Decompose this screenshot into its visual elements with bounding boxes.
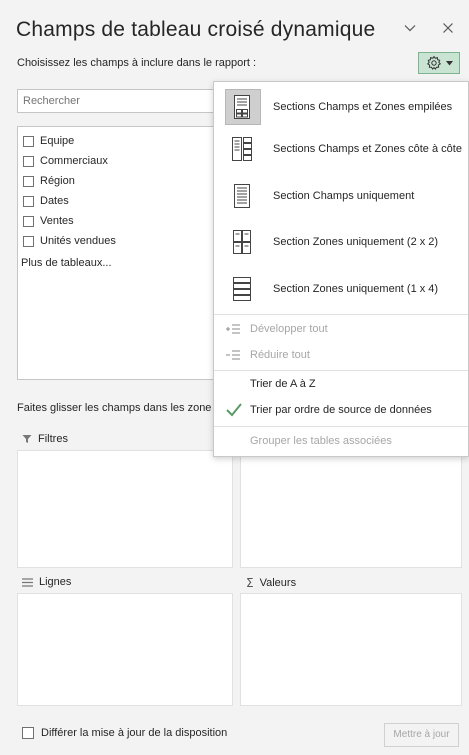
menu-item-side-by-side[interactable]: Sections Champs et Zones côte à côte (214, 131, 468, 167)
field-label: Dates (40, 195, 69, 207)
menu-item-areas-2x2[interactable]: Section Zones uniquement (2 x 2) (214, 224, 468, 260)
menu-item-label: Trier de A à Z (250, 378, 316, 390)
pane-title: Champs de tableau croisé dynamique (16, 18, 376, 41)
checkbox[interactable] (23, 135, 34, 147)
defer-label: Différer la mise à jour de la dispositio… (41, 727, 228, 739)
checkbox[interactable] (23, 155, 34, 167)
field-label: Commerciaux (40, 155, 108, 167)
search-input[interactable] (17, 89, 223, 113)
menu-item-sort-az[interactable]: Trier de A à Z (214, 375, 468, 393)
expand-all-icon (226, 324, 240, 334)
fields-only-layout-icon (234, 184, 250, 208)
close-icon[interactable] (440, 20, 456, 36)
filters-drop-zone[interactable] (17, 450, 233, 568)
areas-2x2-layout-icon (233, 230, 251, 254)
menu-item-label: Grouper les tables associées (250, 435, 392, 447)
menu-item-sort-source[interactable]: Trier par ordre de source de données (214, 399, 468, 421)
field-label: Equipe (40, 135, 75, 147)
stacked-layout-icon (234, 95, 250, 119)
defer-update-option[interactable]: Différer la mise à jour de la dispositio… (22, 727, 227, 739)
field-item-commerciaux[interactable]: Commerciaux (23, 153, 108, 169)
rows-zone-header: Lignes (22, 576, 71, 588)
menu-separator (214, 370, 468, 371)
choose-fields-label: Choisissez les champs à inclure dans le … (17, 57, 257, 69)
defer-checkbox[interactable] (22, 727, 34, 739)
menu-separator (214, 314, 468, 315)
menu-item-label: Réduire tout (250, 349, 310, 361)
tools-dropdown-menu: Sections Champs et Zones empilées Sectio… (213, 81, 469, 457)
drag-fields-hint: Faites glisser les champs dans les zone (17, 402, 212, 414)
checkbox[interactable] (23, 175, 34, 187)
field-item-dates[interactable]: Dates (23, 193, 69, 209)
rows-label: Lignes (39, 576, 72, 588)
checkbox[interactable] (23, 215, 34, 227)
field-list: Equipe Commerciaux Région Dates Ventes U… (17, 126, 223, 380)
values-drop-zone[interactable] (240, 593, 462, 706)
field-item-ventes[interactable]: Ventes (23, 213, 74, 229)
menu-item-label: Développer tout (250, 323, 328, 335)
values-label: Valeurs (259, 577, 297, 589)
rows-drop-zone[interactable] (17, 593, 233, 706)
menu-item-label: Trier par ordre de source de données (250, 404, 432, 416)
checkbox[interactable] (23, 235, 34, 247)
field-label: Ventes (40, 215, 74, 227)
menu-item-label: Section Zones uniquement (1 x 4) (273, 283, 439, 295)
menu-item-fields-only[interactable]: Section Champs uniquement (214, 178, 468, 214)
tools-button[interactable] (418, 52, 460, 74)
menu-item-stacked[interactable]: Sections Champs et Zones empilées (214, 89, 468, 125)
gear-icon (426, 55, 441, 70)
rows-icon (22, 577, 33, 587)
update-button[interactable]: Mettre à jour (384, 723, 459, 747)
dropdown-arrow-icon (445, 60, 453, 65)
side-by-side-layout-icon (232, 137, 252, 161)
columns-drop-zone[interactable] (240, 450, 462, 568)
field-item-equipe[interactable]: Equipe (23, 133, 74, 149)
more-tables-link[interactable]: Plus de tableaux... (21, 257, 112, 269)
field-item-region[interactable]: Région (23, 173, 75, 189)
values-zone-header: Σ Valeurs (246, 576, 296, 590)
filter-icon (22, 435, 32, 443)
menu-separator (214, 426, 468, 427)
sigma-icon: Σ (246, 576, 254, 590)
filters-label: Filtres (38, 433, 68, 445)
checkmark-icon (226, 403, 242, 417)
filters-zone-header: Filtres (22, 433, 68, 445)
menu-item-collapse-all[interactable]: Réduire tout (214, 346, 468, 364)
menu-item-label: Sections Champs et Zones empilées (273, 101, 453, 113)
menu-item-group-tables[interactable]: Grouper les tables associées (214, 432, 468, 450)
menu-item-label: Section Zones uniquement (2 x 2) (273, 236, 439, 248)
chevron-down-icon[interactable] (402, 20, 418, 36)
field-label: Unités vendues (40, 235, 116, 247)
areas-1x4-layout-icon (233, 277, 251, 301)
checkbox[interactable] (23, 195, 34, 207)
collapse-all-icon (226, 350, 240, 360)
menu-item-label: Sections Champs et Zones côte à côte (273, 143, 462, 155)
menu-item-areas-1x4[interactable]: Section Zones uniquement (1 x 4) (214, 271, 468, 307)
field-label: Région (40, 175, 75, 187)
menu-item-label: Section Champs uniquement (273, 190, 415, 202)
menu-item-expand-all[interactable]: Développer tout (214, 320, 468, 338)
field-item-unites-vendues[interactable]: Unités vendues (23, 233, 116, 249)
